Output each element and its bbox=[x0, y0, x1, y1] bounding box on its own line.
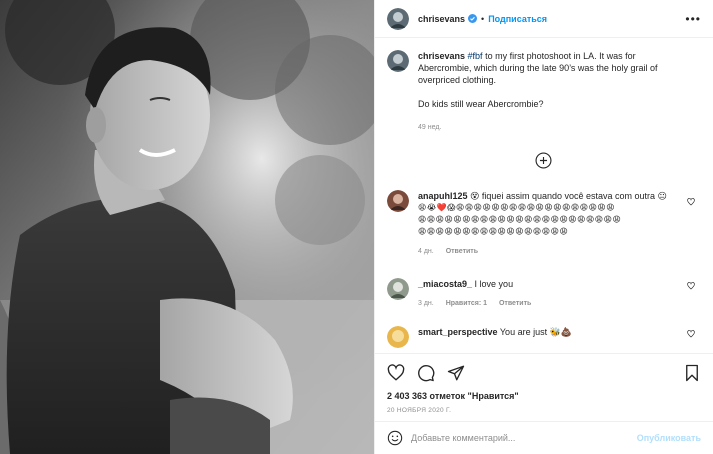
comment-body: _miacosta9_ I love you 3 дн. Нравится: 1… bbox=[418, 278, 683, 310]
publish-button[interactable]: Опубликовать bbox=[637, 433, 701, 443]
caption-author[interactable]: chrisevans bbox=[418, 51, 465, 61]
caption-hashtag[interactable]: #fbf bbox=[468, 51, 483, 61]
comment-text: fiquei assim quando você estava com outr… bbox=[479, 191, 658, 201]
author-username[interactable]: chrisevans bbox=[418, 14, 465, 24]
comment-meta: 3 дн. Нравится: 1 Ответить bbox=[418, 298, 683, 310]
post-date[interactable]: 20 НОЯБРЯ 2020 Г. bbox=[375, 405, 713, 421]
comment-item: smart_perspective You are just 🐝💩 bbox=[387, 326, 697, 348]
separator-dot: • bbox=[481, 13, 485, 24]
instagram-post: chrisevans • Подписаться ••• chrisevans … bbox=[0, 0, 713, 454]
comment-avatar[interactable] bbox=[387, 326, 409, 348]
comment-body: smart_perspective You are just 🐝💩 bbox=[418, 326, 683, 348]
post-header: chrisevans • Подписаться ••• bbox=[375, 0, 713, 38]
comment-like-icon[interactable] bbox=[687, 330, 695, 338]
comment-item: _miacosta9_ I love you 3 дн. Нравится: 1… bbox=[387, 278, 697, 310]
comment-emoji-line: 😩😩😩😩😩😩😩😩😩😩😩😩😩😩😩😩😩😩😩😩😩😩😩 bbox=[418, 215, 622, 224]
comment-avatar[interactable] bbox=[387, 190, 409, 212]
caption-time[interactable]: 49 нед. bbox=[418, 124, 441, 131]
post-side-panel: chrisevans • Подписаться ••• chrisevans … bbox=[374, 0, 713, 454]
action-bar bbox=[375, 353, 713, 391]
smiley-icon[interactable] bbox=[387, 430, 403, 446]
comment-meta: 4 дн. Ответить bbox=[418, 246, 683, 258]
add-comment-bar: Опубликовать bbox=[375, 421, 713, 454]
comment-body: anapuhl125 😵 fiquei assim quando você es… bbox=[418, 190, 683, 258]
heart-icon[interactable] bbox=[387, 363, 405, 382]
likes-count[interactable]: 2 403 363 отметок "Нравится" bbox=[375, 391, 713, 405]
caption: chrisevans #fbf to my first photoshoot i… bbox=[387, 50, 701, 134]
reply-button[interactable]: Ответить bbox=[499, 300, 531, 307]
comment-text: You are just 🐝💩 bbox=[497, 327, 572, 337]
caption-avatar[interactable] bbox=[387, 50, 409, 72]
comment-time[interactable]: 3 дн. bbox=[418, 300, 434, 307]
caption-text: chrisevans #fbf to my first photoshoot i… bbox=[418, 50, 678, 86]
comment-emoji-line: 😫😭❤️😱😩😩😩😩😩😩😩😩😩😩😩😩😩😩😩😩😩😩 bbox=[418, 203, 616, 212]
follow-button[interactable]: Подписаться bbox=[488, 14, 547, 24]
photo-image bbox=[0, 0, 374, 454]
comment-likes-count[interactable]: Нравится: 1 bbox=[446, 300, 487, 307]
post-photo[interactable] bbox=[0, 0, 374, 454]
reply-button[interactable]: Ответить bbox=[446, 248, 478, 255]
caption-body: chrisevans #fbf to my first photoshoot i… bbox=[418, 50, 678, 134]
comment-time[interactable]: 4 дн. bbox=[418, 248, 434, 255]
verified-badge-icon bbox=[468, 14, 478, 23]
more-horizontal-icon[interactable]: ••• bbox=[685, 12, 701, 26]
comment-like-icon[interactable] bbox=[687, 198, 695, 206]
share-icon[interactable] bbox=[447, 364, 465, 382]
comment-icon[interactable] bbox=[417, 364, 435, 382]
comment-author[interactable]: smart_perspective bbox=[418, 327, 498, 337]
author-avatar[interactable] bbox=[387, 7, 409, 30]
comment-like-icon[interactable] bbox=[687, 282, 695, 290]
bookmark-icon[interactable] bbox=[683, 364, 701, 382]
comment-author[interactable]: _miacosta9_ bbox=[418, 279, 472, 289]
caption-text-second: Do kids still wear Abercrombie? bbox=[418, 99, 544, 109]
caption-meta: 49 нед. bbox=[418, 122, 678, 134]
plus-circle-icon[interactable] bbox=[535, 152, 552, 169]
comment-text: I love you bbox=[472, 279, 514, 289]
comment-item: anapuhl125 😵 fiquei assim quando você es… bbox=[387, 190, 697, 258]
comment-input[interactable] bbox=[411, 433, 637, 443]
comment-emoji-line: 😩😩😩😩😩😩😩😩😩😩😩😩😩😩😩😩😩 bbox=[418, 227, 569, 236]
comments-section: chrisevans #fbf to my first photoshoot i… bbox=[375, 38, 713, 353]
comment-avatar[interactable] bbox=[387, 278, 409, 300]
comment-author[interactable]: anapuhl125 bbox=[418, 191, 468, 201]
